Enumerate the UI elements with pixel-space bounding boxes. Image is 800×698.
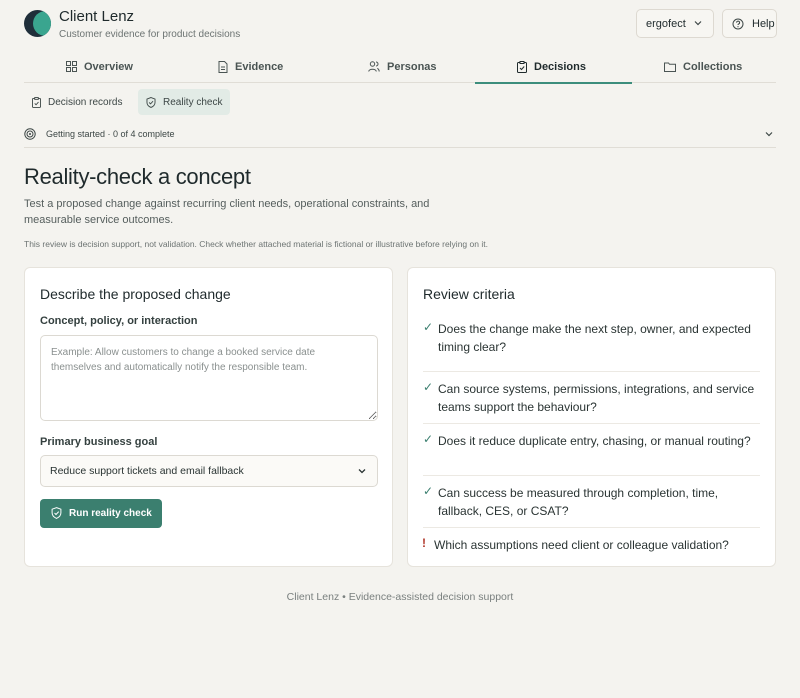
check-icon: ✓ [423,380,434,394]
main-tabs: Overview Evidence Personas Decisions Col… [24,50,776,84]
run-button-label: Run reality check [69,508,152,519]
document-icon [218,60,228,73]
clipboard-icon [32,96,41,108]
subtab-reality-check[interactable]: Reality check [138,89,231,115]
goal-selected-value: Reduce support tickets and email fallbac… [50,465,244,477]
page-title: Reality-check a concept [24,164,251,189]
app-title: Client Lenz [59,8,135,25]
target-icon [24,128,36,140]
card-title: Review criteria [423,286,515,302]
proposed-change-card: Describe the proposed change Concept, po… [24,267,393,567]
criteria-item: ✓ Does it reduce duplicate entry, chasin… [423,424,760,476]
chevron-down-icon [694,21,702,26]
check-icon: ✓ [423,484,434,498]
help-icon [732,18,744,30]
users-icon [368,61,380,72]
chevron-down-icon [765,132,773,137]
criteria-item: ! Which assumptions need client or colle… [422,528,760,562]
shield-check-icon [51,507,62,519]
goal-label: Primary business goal [40,436,158,448]
criteria-text: Does the change make the next step, owne… [438,322,751,354]
getting-started-toggle[interactable]: Getting started · 0 of 4 complete [24,124,776,148]
concept-input[interactable] [40,335,378,421]
concept-label: Concept, policy, or interaction [40,315,198,327]
help-label: Help [752,17,775,30]
disclaimer-note: This review is decision support, not val… [24,239,488,249]
tab-collections[interactable]: Collections [664,50,742,83]
warning-icon: ! [422,536,426,550]
subtab-label: Decision records [48,96,123,108]
app-logo [24,10,51,37]
run-reality-check-button[interactable]: Run reality check [40,499,162,528]
tab-overview[interactable]: Overview [66,50,133,83]
tab-personas[interactable]: Personas [368,50,437,83]
tab-label: Evidence [235,60,284,73]
tab-decisions[interactable]: Decisions [475,50,632,84]
criteria-item: ✓ Can success be measured through comple… [423,476,760,528]
criteria-text: Can source systems, permissions, integra… [438,382,755,414]
tab-label: Decisions [534,60,586,73]
review-criteria-card: Review criteria ✓ Does the change make t… [407,267,776,567]
criteria-text: Which assumptions need client or colleag… [434,538,729,552]
app-subtitle: Customer evidence for product decisions [59,29,241,40]
criteria-list: ✓ Does the change make the next step, ow… [422,320,760,562]
chevron-down-icon [358,469,366,474]
check-icon: ✓ [423,432,434,446]
top-bar: Client Lenz Customer evidence for produc… [0,0,800,48]
criteria-text: Does it reduce duplicate entry, chasing,… [438,434,751,448]
tab-label: Personas [387,60,437,73]
getting-started-text: Getting started · 0 of 4 complete [46,129,175,139]
tab-label: Overview [84,60,133,73]
criteria-text: Can success be measured through completi… [438,486,719,518]
criteria-item: ✓ Does the change make the next step, ow… [423,320,760,372]
folder-icon [664,62,676,72]
subtab-decision-records[interactable]: Decision records [24,89,130,115]
check-icon: ✓ [423,320,434,334]
tab-evidence[interactable]: Evidence [218,50,283,83]
tab-label: Collections [683,60,743,73]
grid-icon [66,61,77,72]
help-button[interactable]: Help [722,9,777,38]
footer-text: Client Lenz • Evidence-assisted decision… [286,591,514,603]
criteria-item: ✓ Can source systems, permissions, integ… [423,372,760,424]
page-description: Test a proposed change against recurring… [24,198,430,226]
subtab-label: Reality check [163,96,223,108]
clipboard-icon [517,60,527,73]
goal-select[interactable]: Reduce support tickets and email fallbac… [40,455,378,487]
workspace-name: ergofect [646,17,686,30]
workspace-select[interactable]: ergofect [636,9,714,38]
card-title: Describe the proposed change [40,286,231,302]
shield-check-icon [146,96,156,108]
